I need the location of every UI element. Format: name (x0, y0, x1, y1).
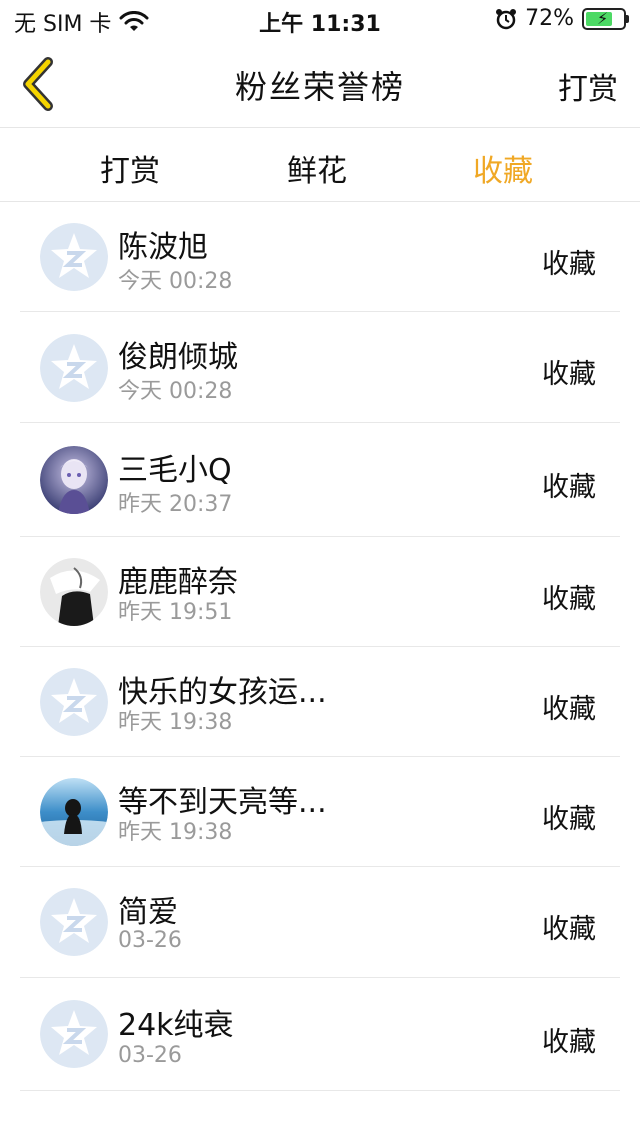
fan-name: 简爱 (118, 895, 178, 930)
default-avatar-icon (40, 223, 108, 291)
fan-action: 收藏 (542, 914, 596, 945)
sea-photo-avatar (40, 778, 108, 846)
list-item[interactable]: 等不到天亮等... 昨天 19:38 收藏 (20, 757, 620, 867)
tab-favorites[interactable]: 收藏 (473, 146, 533, 190)
fan-action: 收藏 (542, 249, 596, 280)
reward-button[interactable]: 打赏 (558, 64, 618, 108)
fan-name: 三毛小Q (118, 453, 232, 488)
fan-name: 24k纯衰 (118, 1008, 234, 1043)
list-item[interactable]: 俊朗倾城 今天 00:28 收藏 (20, 312, 620, 423)
fan-action: 收藏 (542, 1027, 596, 1058)
fan-action: 收藏 (542, 694, 596, 725)
status-bar: 无 SIM 卡 上午 11:31 72% ⚡ (0, 0, 640, 40)
list-item[interactable]: 鹿鹿醉奈 昨天 19:51 收藏 (20, 537, 620, 647)
fan-action: 收藏 (542, 584, 596, 615)
fan-action: 收藏 (542, 472, 596, 503)
default-avatar-icon (40, 1000, 108, 1068)
list-item[interactable]: 三毛小Q 昨天 20:37 收藏 (20, 423, 620, 537)
default-avatar-icon (40, 668, 108, 736)
tab-reward[interactable]: 打赏 (100, 146, 160, 190)
fan-time: 昨天 19:38 (118, 820, 233, 845)
tab-flowers[interactable]: 鲜花 (287, 146, 347, 190)
charging-bolt-icon: ⚡ (597, 8, 609, 28)
fan-time: 03-26 (118, 928, 182, 953)
fan-time: 昨天 20:37 (118, 492, 233, 517)
page-title: 粉丝荣誉榜 (234, 68, 405, 106)
list-item[interactable]: 快乐的女孩运... 昨天 19:38 收藏 (20, 647, 620, 757)
fan-action: 收藏 (542, 359, 596, 390)
default-avatar-icon (40, 334, 108, 402)
status-right: 72% ⚡ (495, 6, 629, 31)
list-item[interactable]: 简爱 03-26 收藏 (20, 867, 620, 978)
fan-time: 昨天 19:51 (118, 600, 233, 625)
fan-time: 今天 00:28 (118, 379, 233, 404)
fan-action: 收藏 (542, 804, 596, 835)
fan-time: 今天 00:28 (118, 269, 233, 294)
photo-avatar (40, 558, 108, 626)
fan-name: 俊朗倾城 (118, 340, 238, 375)
fan-time: 03-26 (118, 1043, 182, 1068)
battery-percent: 72% (525, 6, 574, 31)
list-item[interactable]: 24k纯衰 03-26 收藏 (20, 978, 620, 1091)
fan-list: 陈波旭 今天 00:28 收藏 俊朗倾城 今天 00:28 收藏 三毛小Q 昨天… (20, 202, 620, 1091)
alarm-icon (495, 8, 517, 30)
fan-time: 昨天 19:38 (118, 710, 233, 735)
list-item[interactable]: 陈波旭 今天 00:28 收藏 (20, 202, 620, 312)
battery-charging-icon: ⚡ (582, 7, 629, 30)
default-avatar-icon (40, 888, 108, 956)
anime-character-avatar (40, 446, 108, 514)
fan-name: 陈波旭 (118, 230, 208, 265)
navigation-bar: 粉丝荣誉榜 打赏 (0, 40, 640, 128)
tab-bar: 打赏 鲜花 收藏 (0, 128, 640, 202)
